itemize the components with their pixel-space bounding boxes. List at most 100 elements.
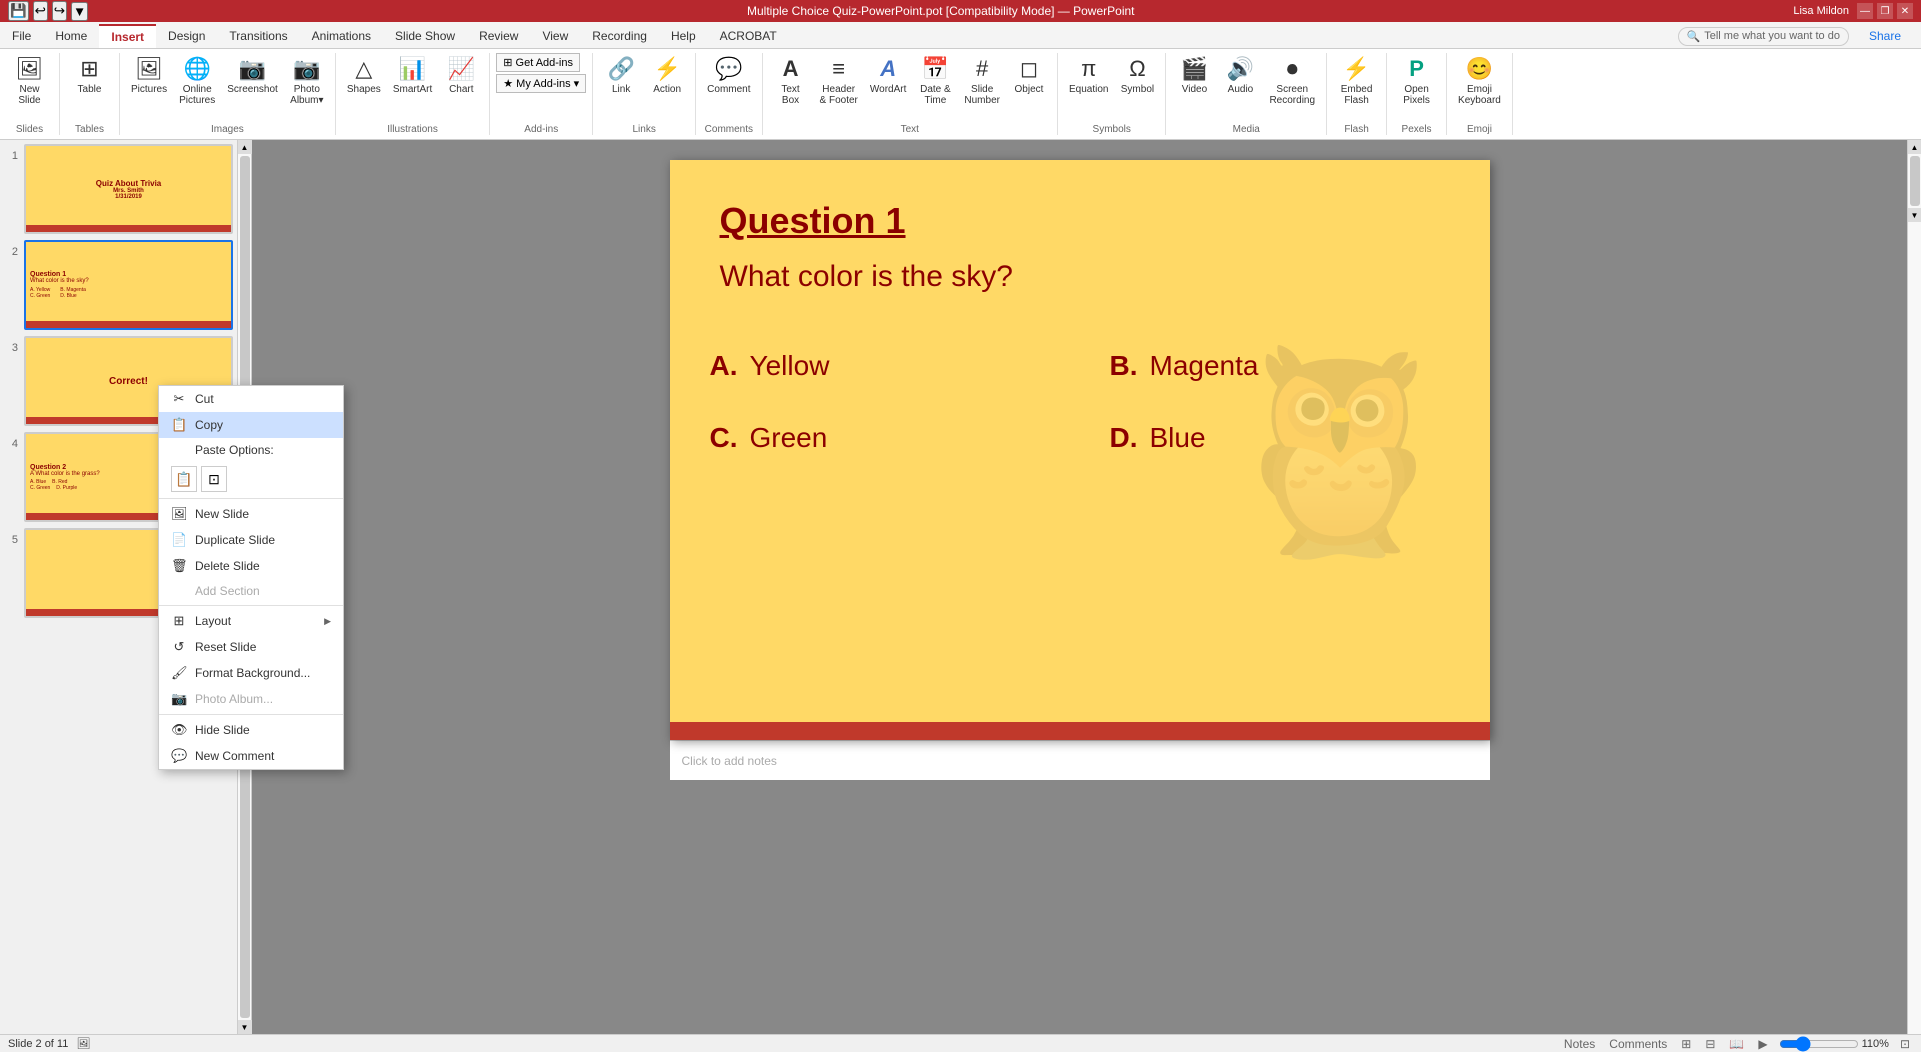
add-section-label: Add Section	[195, 584, 260, 598]
my-addins-button[interactable]: ★ My Add-ins ▾	[496, 74, 586, 93]
canvas-scroll-up-button[interactable]: ▲	[1908, 140, 1921, 154]
comments-button[interactable]: Comments	[1606, 1036, 1670, 1052]
fit-slide-button[interactable]: ⊡	[1897, 1036, 1913, 1052]
notes-area[interactable]: Click to add notes	[670, 740, 1490, 780]
slide-num-1: 1	[4, 144, 18, 162]
tab-transitions[interactable]: Transitions	[217, 24, 299, 48]
slide-number-button[interactable]: # SlideNumber	[959, 53, 1005, 109]
tab-home[interactable]: Home	[43, 24, 99, 48]
video-button[interactable]: 🎬 Video	[1172, 53, 1216, 98]
tab-view[interactable]: View	[530, 24, 580, 48]
answer-d-text: Blue	[1150, 422, 1206, 454]
header-footer-button[interactable]: ≡ Header& Footer	[815, 53, 863, 109]
audio-button[interactable]: 🔊 Audio	[1218, 53, 1262, 98]
hide-slide-label: Hide Slide	[195, 723, 250, 737]
slide-thumb-2[interactable]: Question 1 What color is the sky? A. Yel…	[24, 240, 233, 330]
chart-button[interactable]: 📈 Chart	[439, 53, 483, 98]
new-slide-button[interactable]: 🖼 NewSlide	[8, 53, 52, 109]
share-button[interactable]: Share	[1857, 25, 1913, 47]
tab-help[interactable]: Help	[659, 24, 708, 48]
wordart-button[interactable]: A WordArt	[865, 53, 912, 98]
ribbon-group-media: 🎬 Video 🔊 Audio ⏺ ScreenRecording Media	[1166, 53, 1327, 135]
link-icon: 🔗	[607, 56, 634, 82]
embed-flash-button[interactable]: ⚡ EmbedFlash	[1335, 53, 1379, 109]
comment-button[interactable]: 💬 Comment	[702, 53, 755, 98]
context-new-slide[interactable]: 🖼 New Slide	[159, 501, 343, 527]
normal-view-button[interactable]: ⊞	[1678, 1036, 1694, 1052]
context-format-background[interactable]: 🖌 Format Background...	[159, 660, 343, 686]
slide-thumb-1[interactable]: Quiz About Trivia Mrs. Smith 1/31/2019	[24, 144, 233, 234]
symbol-button[interactable]: Ω Symbol	[1115, 53, 1159, 98]
user-name: Lisa Mildon	[1793, 5, 1849, 17]
open-pixels-button[interactable]: P OpenPixels	[1395, 53, 1439, 109]
pexels-group-label: Pexels	[1402, 124, 1432, 135]
slide-canvas: 🦉 Question 1 What color is the sky? A. Y…	[670, 160, 1490, 740]
context-hide-slide[interactable]: 👁 Hide Slide	[159, 717, 343, 743]
object-button[interactable]: ◻ Object	[1007, 53, 1051, 98]
zoom-slider[interactable]	[1779, 1036, 1859, 1052]
customize-quick-access-button[interactable]: ▼	[71, 2, 88, 21]
emoji-keyboard-button[interactable]: 😊 EmojiKeyboard	[1453, 53, 1506, 109]
get-addins-button[interactable]: ⊞ Get Add-ins	[496, 53, 580, 72]
tab-recording[interactable]: Recording	[580, 24, 659, 48]
restore-button[interactable]: ❐	[1877, 3, 1893, 19]
online-pictures-button[interactable]: 🌐 OnlinePictures	[174, 53, 220, 109]
text-box-button[interactable]: A TextBox	[769, 53, 813, 109]
scroll-down-button[interactable]: ▼	[238, 1020, 252, 1034]
context-cut[interactable]: ✂ Cut	[159, 386, 343, 412]
table-button[interactable]: ⊞ Table	[68, 53, 112, 98]
minimize-button[interactable]: —	[1857, 3, 1873, 19]
context-paste-options: 📋 ⊡	[159, 462, 343, 496]
answer-c-text: Green	[750, 422, 828, 454]
save-button[interactable]: 💾	[8, 1, 29, 21]
shapes-button[interactable]: △ Shapes	[342, 53, 386, 98]
slide-sorter-button[interactable]: ⊟	[1702, 1036, 1718, 1052]
context-new-comment[interactable]: 💬 New Comment	[159, 743, 343, 769]
screen-recording-icon: ⏺	[1287, 56, 1298, 82]
smartart-button[interactable]: 📊 SmartArt	[388, 53, 437, 98]
photo-album-icon: 📷	[293, 56, 320, 82]
date-time-button[interactable]: 📅 Date &Time	[913, 53, 957, 109]
undo-button[interactable]: ↩	[33, 1, 48, 21]
context-delete-slide[interactable]: 🗑 Delete Slide	[159, 553, 343, 579]
canvas-scroll-thumb[interactable]	[1910, 156, 1920, 206]
photo-album-button[interactable]: 📷 PhotoAlbum▾	[285, 53, 329, 109]
pictures-button[interactable]: 🖼 Pictures	[126, 53, 172, 98]
tab-design[interactable]: Design	[156, 24, 217, 48]
canvas-scroll-down-button[interactable]: ▼	[1908, 208, 1921, 222]
link-button[interactable]: 🔗 Link	[599, 53, 643, 98]
tab-insert[interactable]: Insert	[99, 24, 156, 48]
canvas-scrollbar[interactable]: ▲ ▼	[1907, 140, 1921, 1034]
new-comment-label: New Comment	[195, 749, 274, 763]
close-button[interactable]: ✕	[1897, 3, 1913, 19]
context-layout[interactable]: ⊞ Layout	[159, 608, 343, 634]
slide-item-1[interactable]: 1 Quiz About Trivia Mrs. Smith 1/31/2019	[4, 144, 233, 234]
slide-item-2[interactable]: 2 Question 1 What color is the sky? A. Y…	[4, 240, 233, 330]
context-duplicate-slide[interactable]: 📄 Duplicate Slide	[159, 527, 343, 553]
pexels-icon: P	[1409, 56, 1424, 82]
context-copy[interactable]: 📋 Copy	[159, 412, 343, 438]
equation-button[interactable]: π Equation	[1064, 53, 1113, 98]
emoji-group-label: Emoji	[1467, 124, 1492, 135]
tab-review[interactable]: Review	[467, 24, 530, 48]
ribbon-content: 🖼 NewSlide Slides ⊞ Table Tables 🖼 Pictu…	[0, 49, 1921, 139]
tab-animations[interactable]: Animations	[300, 24, 383, 48]
tab-acrobat[interactable]: ACROBAT	[708, 24, 789, 48]
slide-info: Slide 2 of 11	[8, 1038, 68, 1050]
redo-button[interactable]: ↪	[52, 1, 67, 21]
paste-btn-2[interactable]: ⊡	[201, 466, 227, 492]
screenshot-button[interactable]: 📷 Screenshot	[222, 53, 283, 98]
slideshow-button[interactable]: ▶	[1755, 1036, 1770, 1052]
tab-slideshow[interactable]: Slide Show	[383, 24, 467, 48]
tab-file[interactable]: File	[0, 24, 43, 48]
paste-btn-1[interactable]: 📋	[171, 466, 197, 492]
scroll-up-button[interactable]: ▲	[238, 140, 252, 154]
slides-group-label: Slides	[16, 124, 43, 135]
reading-view-button[interactable]: 📖	[1726, 1036, 1747, 1052]
context-reset-slide[interactable]: ↺ Reset Slide	[159, 634, 343, 660]
screen-recording-button[interactable]: ⏺ ScreenRecording	[1264, 53, 1320, 109]
notes-button[interactable]: Notes	[1561, 1036, 1598, 1052]
video-icon: 🎬	[1181, 56, 1208, 82]
action-button[interactable]: ⚡ Action	[645, 53, 689, 98]
status-left: Slide 2 of 11 🖼	[8, 1037, 90, 1050]
